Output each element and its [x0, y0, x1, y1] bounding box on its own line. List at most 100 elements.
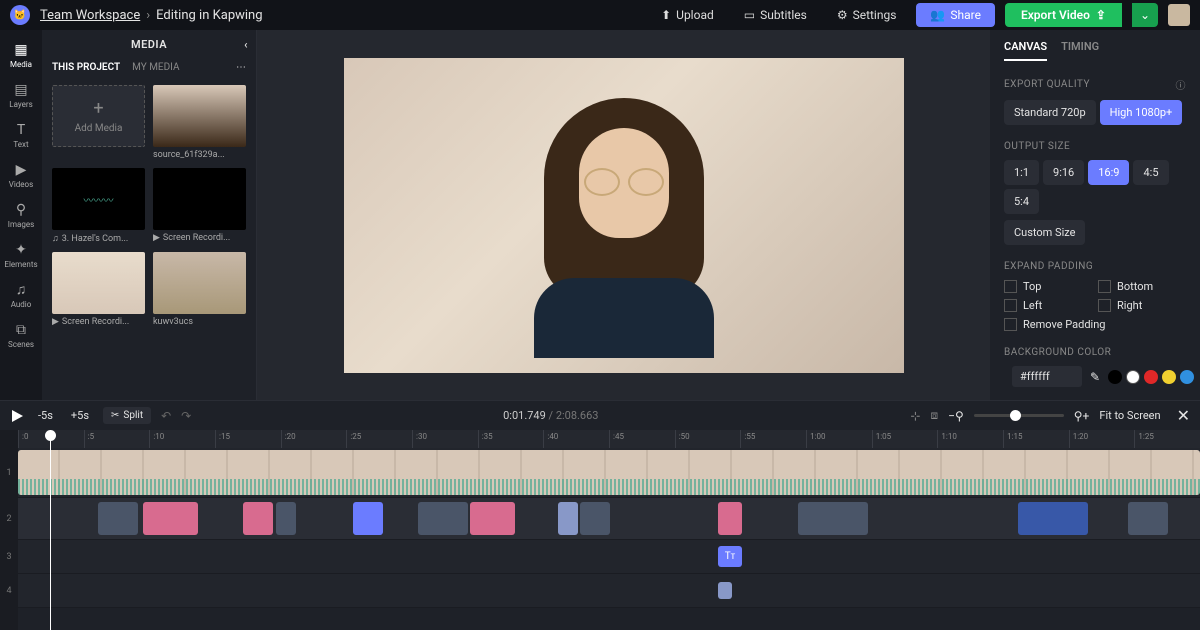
clip[interactable] [580, 502, 610, 535]
padding-left[interactable]: Left [1004, 299, 1092, 312]
breadcrumb: Team Workspace › Editing in Kapwing [40, 8, 263, 23]
tool-media[interactable]: ▦Media [2, 36, 40, 74]
redo-button[interactable]: ↷ [181, 409, 191, 423]
bg-color-input[interactable]: #ffffff [1012, 366, 1082, 387]
ratio-4-5[interactable]: 4:5 [1133, 160, 1168, 185]
undo-button[interactable]: ↶ [161, 409, 171, 423]
skip-fwd-button[interactable]: +5s [67, 407, 93, 424]
user-avatar[interactable] [1168, 4, 1190, 26]
clip[interactable] [1128, 502, 1168, 535]
track-2[interactable] [18, 498, 1200, 540]
clip[interactable] [798, 502, 868, 535]
tab-timing[interactable]: TIMING [1061, 40, 1099, 61]
color-swatch[interactable] [1108, 370, 1122, 384]
text-clip[interactable]: Tᴛ [718, 546, 742, 567]
breadcrumb-sep: › [146, 8, 150, 23]
media-more-button[interactable]: ⋯ [236, 62, 246, 73]
remove-padding[interactable]: Remove Padding [1004, 318, 1186, 331]
tool-scenes[interactable]: ⧉Scenes [2, 316, 40, 354]
clip[interactable] [558, 502, 578, 535]
quality-standard[interactable]: Standard 720p [1004, 100, 1096, 125]
clip[interactable] [718, 582, 732, 599]
videos-icon: ▶ [16, 162, 27, 178]
ratio-9-16[interactable]: 9:16 [1043, 160, 1084, 185]
text-icon: T [17, 122, 25, 138]
export-icon: ⇪ [1096, 8, 1106, 22]
track-1[interactable] [18, 448, 1200, 498]
workspace-link[interactable]: Team Workspace [40, 8, 140, 23]
canvas-area[interactable] [257, 30, 990, 400]
media-thumb[interactable] [52, 252, 145, 314]
tab-canvas[interactable]: CANVAS [1004, 40, 1047, 61]
fit-to-screen-button[interactable]: Fit to Screen [1099, 409, 1160, 422]
media-thumb[interactable] [153, 85, 246, 147]
export-button[interactable]: Export Video ⇪ [1005, 3, 1122, 27]
clip[interactable] [143, 502, 198, 535]
tool-videos[interactable]: ▶Videos [2, 156, 40, 194]
tool-text[interactable]: TText [2, 116, 40, 154]
quality-high[interactable]: High 1080p+ [1100, 100, 1183, 125]
magnet-icon[interactable]: ⧈ [930, 408, 938, 423]
padding-top[interactable]: Top [1004, 280, 1092, 293]
tool-audio[interactable]: ♫Audio [2, 276, 40, 314]
upload-button[interactable]: ⬆ Upload [651, 4, 724, 26]
color-swatch[interactable] [1180, 370, 1194, 384]
settings-button[interactable]: ⚙ Settings [827, 4, 907, 26]
clip[interactable] [470, 502, 515, 535]
zoom-slider[interactable] [974, 414, 1064, 417]
media-thumb[interactable] [153, 168, 246, 230]
ruler-tick: :55 [740, 430, 806, 448]
media-thumb[interactable]: 〰〰〰 [52, 168, 145, 230]
tab-my-media[interactable]: MY MEDIA [132, 62, 179, 73]
eyedropper-icon[interactable]: ✎ [1090, 370, 1100, 384]
skip-back-button[interactable]: -5s [34, 407, 57, 424]
clip[interactable] [243, 502, 273, 535]
video-clip[interactable] [18, 450, 1200, 495]
export-dropdown[interactable]: ⌄ [1132, 3, 1158, 27]
padding-right[interactable]: Right [1098, 299, 1186, 312]
clip[interactable] [1018, 502, 1088, 535]
split-button[interactable]: ✂Split [103, 407, 151, 424]
gear-icon: ⚙ [837, 8, 848, 22]
clip[interactable] [353, 502, 383, 535]
clip[interactable] [418, 502, 468, 535]
playhead[interactable] [50, 430, 51, 630]
color-swatch[interactable] [1162, 370, 1176, 384]
track-label: 4 [0, 574, 18, 608]
share-button[interactable]: 👥 Share [916, 3, 995, 27]
tool-images[interactable]: ⚲Images [2, 196, 40, 234]
tool-layers[interactable]: ▤Layers [2, 76, 40, 114]
subtitles-button[interactable]: ▭ Subtitles [734, 4, 817, 26]
media-icon: ▦ [14, 42, 27, 58]
clip[interactable] [98, 502, 138, 535]
ratio-5-4[interactable]: 5:4 [1004, 189, 1039, 214]
zoom-out-button[interactable]: −⚲ [948, 409, 964, 423]
track-3[interactable]: Tᴛ [18, 540, 1200, 574]
zoom-in-button[interactable]: ⚲+ [1074, 409, 1090, 423]
snap-icon[interactable]: ⊹ [910, 409, 920, 423]
ruler-tick: :40 [543, 430, 609, 448]
clip[interactable] [718, 502, 742, 535]
timeline-tracks[interactable]: :0:5:10:15:20:25:30:35:40:45:50:551:001:… [18, 430, 1200, 630]
custom-size-button[interactable]: Custom Size [1004, 220, 1085, 245]
ratio-16-9[interactable]: 16:9 [1088, 160, 1129, 185]
tab-this-project[interactable]: THIS PROJECT [52, 62, 120, 73]
add-media-button[interactable]: + Add Media [52, 85, 145, 147]
color-swatch[interactable] [1144, 370, 1158, 384]
export-quality-label: EXPORT QUALITY [1004, 79, 1090, 90]
ratio-1-1[interactable]: 1:1 [1004, 160, 1039, 185]
collapse-panel-button[interactable]: ‹ [244, 38, 248, 51]
close-timeline-button[interactable]: ✕ [1177, 406, 1190, 425]
padding-bottom[interactable]: Bottom [1098, 280, 1186, 293]
bg-color-label: BACKGROUND COLOR [1004, 347, 1186, 358]
play-button[interactable] [10, 409, 24, 423]
clip[interactable] [276, 502, 296, 535]
tool-elements[interactable]: ✦Elements [2, 236, 40, 274]
timeline-ruler[interactable]: :0:5:10:15:20:25:30:35:40:45:50:551:001:… [18, 430, 1200, 448]
help-icon[interactable]: ⓘ [1176, 77, 1187, 92]
app-logo[interactable]: 🐱 [10, 5, 30, 25]
track-4[interactable] [18, 574, 1200, 608]
media-thumb[interactable] [153, 252, 246, 314]
video-preview[interactable] [344, 58, 904, 373]
color-swatch[interactable] [1126, 370, 1140, 384]
